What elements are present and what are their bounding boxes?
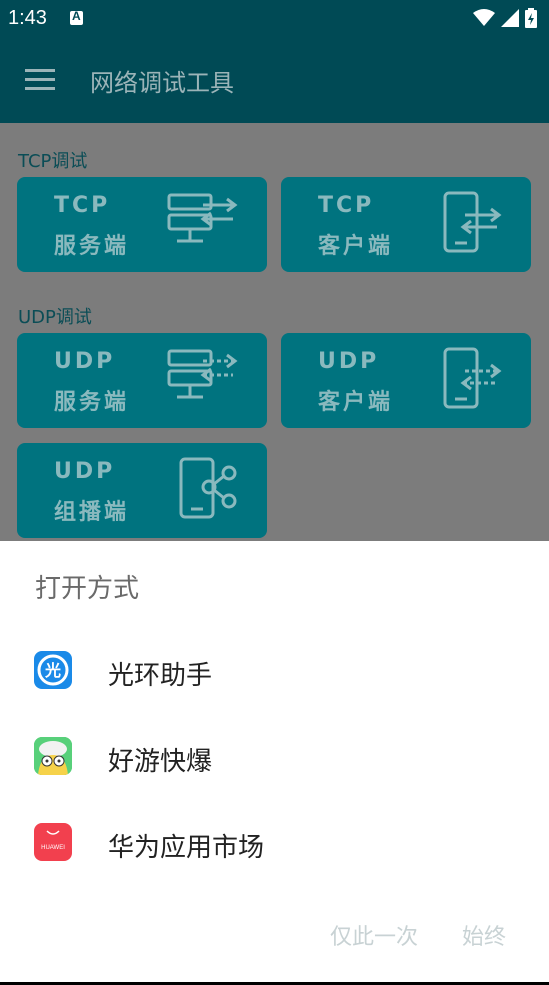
card-title: TCP	[318, 193, 375, 218]
open-with-sheet: 打开方式 光 光环助手 好游快爆 HUAWEI 华为应用市场 仅此一次 始终	[0, 541, 549, 985]
app-name: 好游快爆	[108, 747, 213, 777]
huawei-appgallery-icon: HUAWEI	[34, 823, 72, 861]
huawei-icon-text: HUAWEI	[41, 845, 65, 851]
status-icons	[473, 8, 537, 28]
app-option-guanghuan[interactable]: 光 光环助手	[0, 631, 549, 711]
card-subtitle: 客户端	[318, 234, 394, 259]
section-label-udp: UDP调试	[18, 307, 92, 328]
card-subtitle: 服务端	[54, 390, 130, 415]
haoyou-icon	[34, 737, 72, 775]
always-button[interactable]: 始终	[462, 919, 506, 951]
app-name: 华为应用市场	[108, 833, 265, 863]
wifi-icon	[473, 9, 495, 26]
battery-icon	[525, 8, 537, 28]
menu-icon[interactable]	[25, 69, 55, 91]
app-bar: 网络调试工具	[0, 38, 549, 123]
signal-icon	[501, 9, 519, 27]
card-title: UDP	[54, 459, 116, 484]
card-subtitle: 客户端	[318, 390, 394, 415]
status-time: 1:43	[8, 7, 47, 29]
card-udp-client[interactable]: UDP 客户端	[281, 333, 531, 428]
app-title: 网络调试工具	[90, 69, 234, 97]
server-exchange-icon	[167, 193, 238, 243]
main-content: TCP调试 TCP 服务端 TCP 客户端 UDP调试 UDP 服务端 UDP …	[0, 123, 549, 541]
card-title: TCP	[54, 193, 111, 218]
sheet-title: 打开方式	[35, 574, 140, 604]
guanghuan-icon: 光	[34, 651, 72, 689]
app-option-huawei[interactable]: HUAWEI 华为应用市场	[0, 803, 549, 883]
just-once-button[interactable]: 仅此一次	[330, 919, 418, 951]
card-subtitle: 组播端	[54, 500, 130, 525]
notification-letter: A	[72, 9, 81, 23]
card-title: UDP	[54, 349, 116, 374]
card-tcp-server[interactable]: TCP 服务端	[17, 177, 267, 272]
server-exchange-icon	[167, 349, 238, 399]
card-tcp-client[interactable]: TCP 客户端	[281, 177, 531, 272]
card-title: UDP	[318, 349, 380, 374]
card-udp-server[interactable]: UDP 服务端	[17, 333, 267, 428]
phone-share-icon	[179, 457, 237, 519]
card-udp-multicast[interactable]: UDP 组播端	[17, 443, 267, 538]
notification-icon: A	[70, 9, 83, 25]
svg-text:光: 光	[44, 661, 61, 680]
phone-exchange-icon	[443, 347, 502, 409]
app-option-haoyou[interactable]: 好游快爆	[0, 717, 549, 797]
status-bar: 1:43 A	[0, 0, 549, 38]
app-name: 光环助手	[108, 661, 213, 691]
phone-exchange-icon	[443, 191, 502, 253]
card-subtitle: 服务端	[54, 234, 130, 259]
section-label-tcp: TCP调试	[18, 151, 88, 172]
